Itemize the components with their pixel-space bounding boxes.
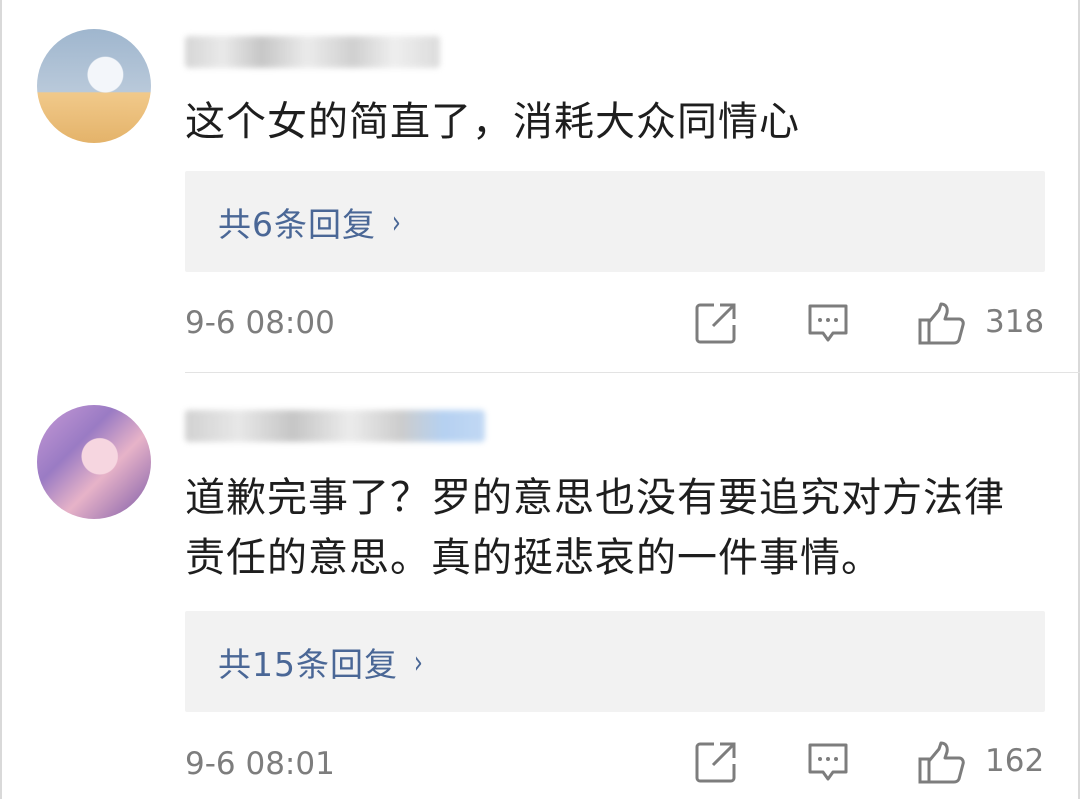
comment-divider — [185, 372, 1080, 373]
username-blurred[interactable] — [185, 36, 440, 68]
chevron-right-icon: › — [391, 202, 401, 241]
replies-button[interactable]: 共15条回复 › — [185, 611, 1045, 712]
replies-label: 共6条回复 — [218, 204, 376, 244]
replies-label: 共15条回复 — [218, 644, 398, 684]
comment-icon[interactable] — [805, 740, 851, 786]
comment-text: 道歉完事了？罗的意思也没有要追究对方法律责任的意思。真的挺悲哀的一件事情。 — [185, 475, 1005, 581]
comment-icon[interactable] — [805, 301, 851, 347]
like-count: 318 — [985, 304, 1045, 340]
chevron-right-icon: › — [413, 642, 423, 681]
share-icon[interactable] — [694, 301, 738, 345]
username-blurred[interactable] — [185, 410, 485, 442]
comment-actions: 162 — [0, 740, 1080, 790]
avatar[interactable] — [37, 29, 151, 143]
avatar[interactable] — [37, 405, 151, 519]
comment-item: 道歉完事了？罗的意思也没有要追究对方法律责任的意思。真的挺悲哀的一件事情。 共1… — [0, 374, 1080, 799]
comment-item: 这个女的简直了，消耗大众同情心 共6条回复 › 9-6 08:00 318 — [0, 0, 1080, 372]
thumbs-up-icon[interactable] — [917, 740, 967, 786]
like-count: 162 — [985, 743, 1045, 779]
replies-button[interactable]: 共6条回复 › — [185, 171, 1045, 272]
share-icon[interactable] — [694, 740, 738, 784]
comment-text: 这个女的简直了，消耗大众同情心 — [185, 99, 800, 145]
thumbs-up-icon[interactable] — [917, 301, 967, 347]
comment-actions: 318 — [0, 301, 1080, 351]
